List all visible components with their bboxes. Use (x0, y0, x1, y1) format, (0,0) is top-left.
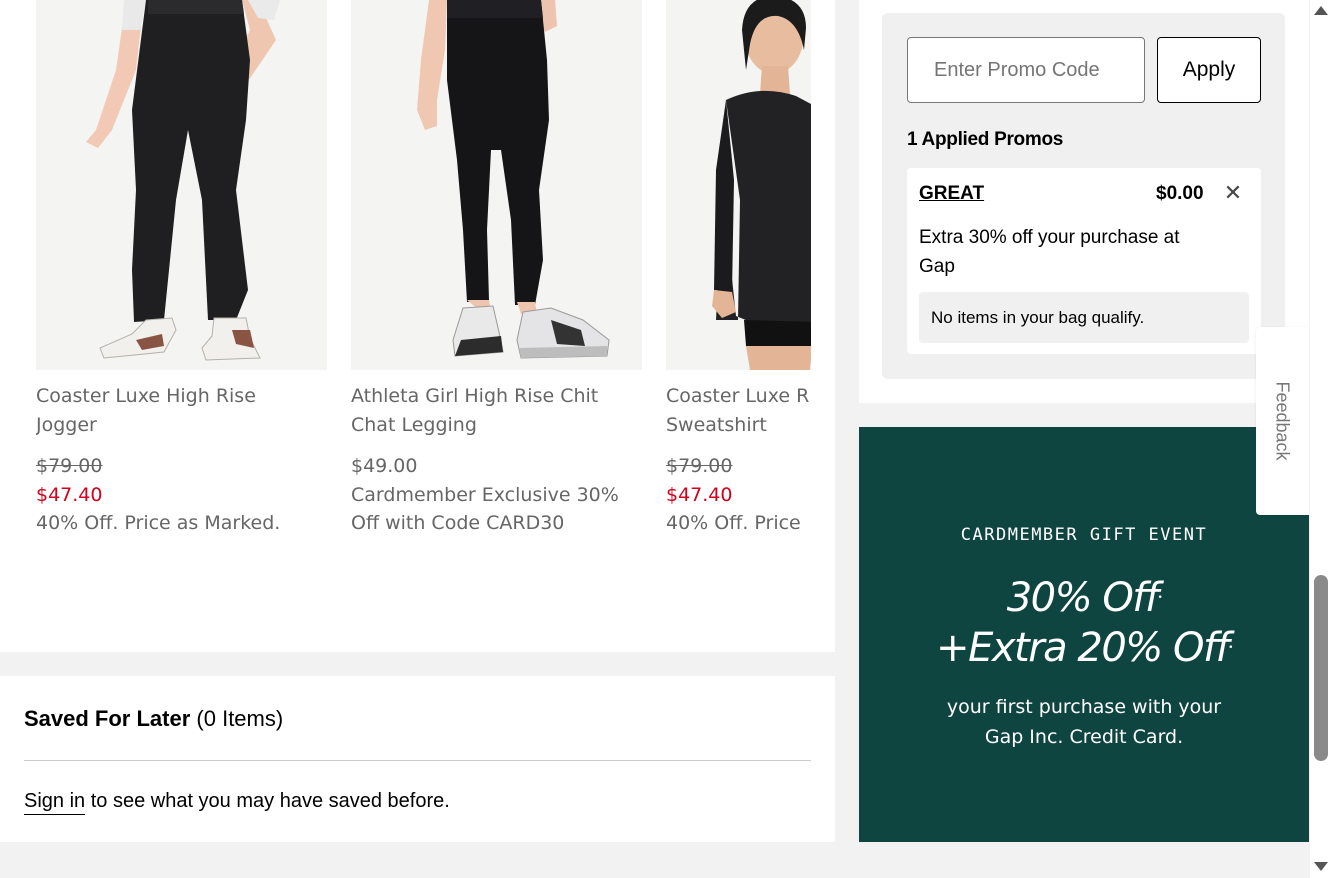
banner-headline-line2: +Extra 20% Off• (859, 623, 1309, 673)
footnote-mark: • (1157, 593, 1162, 603)
sale-price: $47.40 (36, 483, 103, 506)
scroll-up-arrow-icon[interactable] (1314, 6, 1328, 15)
product-carousel: Coaster Luxe High Rise Jogger $79.00 $47… (36, 0, 811, 560)
product-name[interactable]: Coaster Luxe High Rise Jogger (36, 382, 327, 440)
promo-note: Cardmember Exclusive 30% Off with Code C… (351, 483, 619, 535)
sign-in-link[interactable]: Sign in (24, 790, 86, 815)
promo-amount: $0.00 (1156, 183, 1204, 204)
saved-for-later-count: (0 Items) (196, 706, 284, 731)
promo-note: 40% Off. Price as Marked. (36, 512, 281, 534)
product-prices: $79.00 $47.40 40% Off. Price as Marked. (36, 452, 327, 538)
product-card[interactable]: Athleta Girl High Rise Chit Chat Legging… (351, 0, 642, 538)
apply-promo-button[interactable]: Apply (1157, 37, 1261, 103)
product-card[interactable]: Coaster Luxe R Sweatshirt $79.00 $47.40 … (666, 0, 811, 538)
recommendations-panel: Coaster Luxe High Rise Jogger $79.00 $47… (0, 0, 835, 652)
divider (24, 760, 811, 761)
product-card[interactable]: Coaster Luxe High Rise Jogger $79.00 $47… (36, 0, 327, 538)
feedback-tab[interactable]: Feedback (1256, 327, 1309, 515)
product-prices: $49.00 Cardmember Exclusive 30% Off with… (351, 452, 642, 538)
banner-headline-line1: 30% Off• (859, 573, 1309, 623)
scrollbar-thumb[interactable] (1314, 575, 1328, 761)
promo-code-label[interactable]: GREAT (919, 183, 984, 205)
promo-description: Extra 30% off your purchase at Gap (919, 227, 1180, 277)
product-name[interactable]: Athleta Girl High Rise Chit Chat Legging (351, 382, 642, 440)
banner-headline-text: +Extra 20% Off (936, 625, 1230, 671)
cardmember-banner[interactable]: CARDMEMBER GIFT EVENT 30% Off• +Extra 20… (859, 427, 1309, 842)
sign-in-message: to see what you may have saved before. (85, 790, 450, 812)
saved-for-later-message: Sign in to see what you may have saved b… (24, 788, 450, 815)
product-price: $49.00 (351, 455, 418, 477)
product-name[interactable]: Coaster Luxe R Sweatshirt (666, 382, 811, 440)
product-image[interactable] (666, 0, 811, 370)
applied-promos-title: 1 Applied Promos (907, 129, 1064, 150)
promo-code-input[interactable] (907, 37, 1145, 103)
original-price: $79.00 (666, 455, 733, 477)
saved-for-later-section: Saved For Later (0 Items) Sign in to see… (0, 676, 835, 842)
feedback-label: Feedback (1272, 381, 1293, 461)
promo-qualify-message: No items in your bag qualify. (919, 292, 1249, 343)
product-image[interactable] (36, 0, 327, 370)
saved-for-later-title: Saved For Later (24, 706, 191, 731)
sale-price: $47.40 (666, 483, 733, 506)
scroll-down-arrow-icon[interactable] (1314, 862, 1328, 871)
remove-promo-close-icon[interactable]: ✕ (1220, 180, 1246, 206)
promo-note: 40% Off. Price (666, 512, 801, 534)
footnote-mark: • (1228, 643, 1233, 653)
banner-eyebrow: CARDMEMBER GIFT EVENT (960, 525, 1208, 545)
saved-for-later-heading: Saved For Later (0 Items) (24, 705, 283, 733)
banner-subtext: your first purchase with your Gap Inc. C… (946, 696, 1222, 748)
product-image[interactable] (351, 0, 642, 370)
applied-promo-card: GREAT $0.00 ✕ Extra 30% off your purchas… (907, 168, 1261, 354)
banner-headline-text: 30% Off (1006, 575, 1159, 621)
original-price: $79.00 (36, 455, 103, 477)
product-prices: $79.00 $47.40 40% Off. Price (666, 452, 811, 538)
promo-code-section: Apply 1 Applied Promos GREAT $0.00 ✕ Ext… (882, 13, 1285, 379)
